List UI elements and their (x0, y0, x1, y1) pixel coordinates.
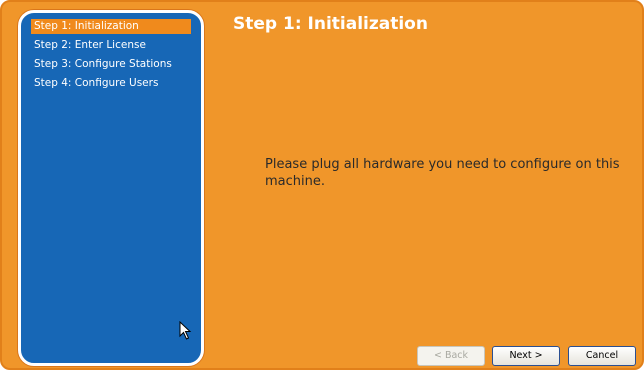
wizard-window: Step 1: Initialization Step 2: Enter Lic… (0, 0, 644, 370)
step-configure-stations[interactable]: Step 3: Configure Stations (31, 57, 191, 72)
mouse-pointer-icon (179, 321, 192, 340)
cancel-button[interactable]: Cancel (568, 346, 636, 366)
step-enter-license[interactable]: Step 2: Enter License (31, 38, 191, 53)
page-title: Step 1: Initialization (233, 14, 428, 34)
instruction-text: Please plug all hardware you need to con… (265, 157, 620, 189)
step-configure-users[interactable]: Step 4: Configure Users (31, 76, 191, 91)
next-button[interactable]: Next > (492, 346, 560, 366)
steps-list: Step 1: Initialization Step 2: Enter Lic… (31, 19, 191, 95)
step-initialization[interactable]: Step 1: Initialization (31, 19, 191, 34)
back-button[interactable]: < Back (417, 346, 485, 366)
steps-sidebar: Step 1: Initialization Step 2: Enter Lic… (18, 10, 204, 366)
